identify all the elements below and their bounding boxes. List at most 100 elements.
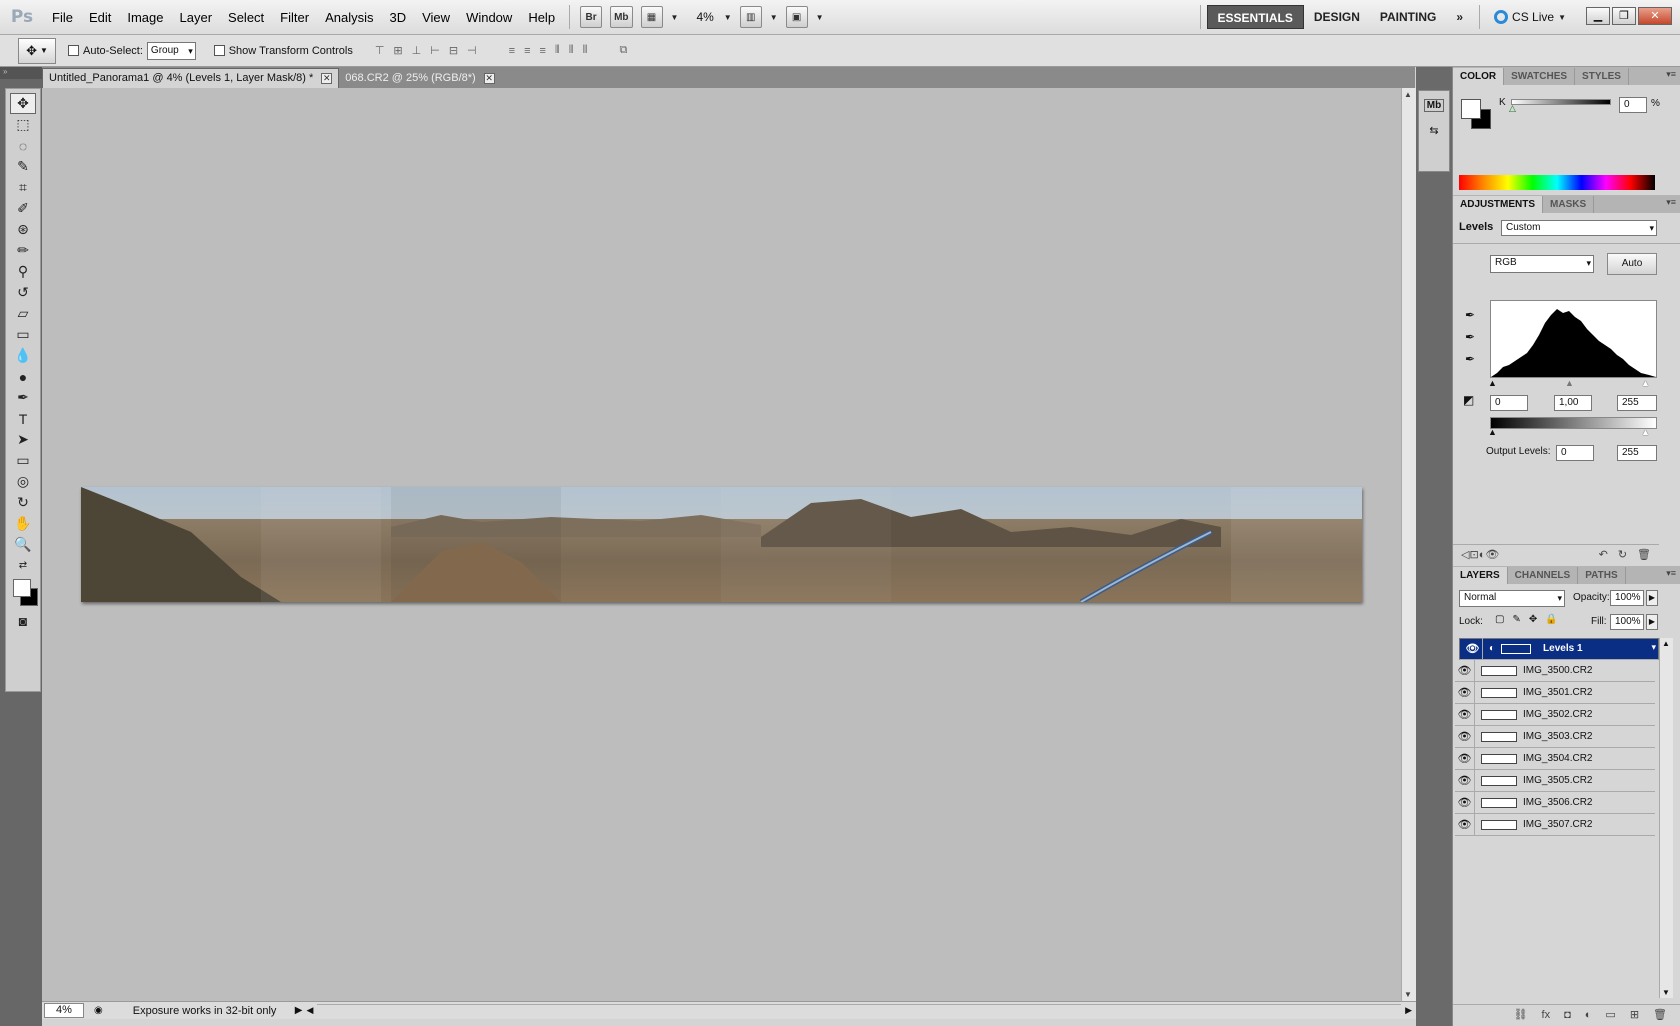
menu-edit[interactable]: Edit [81,0,119,35]
lock-all-icon[interactable]: 🔒 [1545,614,1557,625]
opacity-arrow-icon[interactable]: ▶ [1646,590,1658,606]
restore-button[interactable]: ❐ [1612,7,1636,25]
mini-bridge-button[interactable]: Mb [610,6,633,28]
opacity-field[interactable]: 100% [1610,590,1644,606]
input-gamma-slider-icon[interactable]: ▲ [1565,378,1574,388]
brush-tool-icon[interactable]: ✏ [10,240,36,261]
fill-field[interactable]: 100% [1610,614,1644,630]
expanded-view-icon[interactable]: ⊡ [1469,548,1478,561]
view-previous-icon[interactable]: ↶ [1599,548,1608,561]
input-white-field[interactable]: 255 [1617,395,1657,411]
distribute-vcenter-icon[interactable]: ≡ [524,45,530,57]
color-swatches[interactable] [10,576,38,610]
layer-row[interactable]: 👁 IMG_3506.CR2 [1455,791,1655,814]
quick-mask-icon[interactable]: ◙ [10,610,36,631]
layer-row[interactable]: 👁 IMG_3501.CR2 [1455,681,1655,704]
new-layer-icon[interactable]: ⊞ [1630,1008,1639,1021]
menu-3d[interactable]: 3D [381,0,414,35]
scroll-up-icon[interactable]: ▲ [1662,639,1670,648]
lasso-tool-icon[interactable]: ◌ [10,135,36,156]
align-vcenter-icon[interactable]: ⊞ [393,44,402,57]
output-white-field[interactable]: 255 [1617,445,1657,461]
history-brush-tool-icon[interactable]: ↺ [10,282,36,303]
tool-preset-picker[interactable]: ✥ ▼ [18,37,56,64]
layer-row[interactable]: 👁 IMG_3505.CR2 [1455,769,1655,792]
gray-eyedropper-icon[interactable]: ✒ [1465,330,1475,344]
eraser-tool-icon[interactable]: ▱ [10,303,36,324]
input-black-field[interactable]: 0 [1490,395,1528,411]
layer-row[interactable]: 👁 IMG_3504.CR2 [1455,747,1655,770]
eye-icon[interactable]: 👁 [1455,769,1475,792]
panel-menu-icon[interactable]: ▾≡ [1666,69,1676,80]
pen-tool-icon[interactable]: ✒ [10,387,36,408]
horizontal-scrollbar[interactable] [317,1003,1402,1018]
eye-icon[interactable]: 👁 [1455,659,1475,682]
return-to-list-icon[interactable]: ◁ [1461,548,1469,561]
align-left-icon[interactable]: ⊢ [430,44,440,57]
color-spectrum[interactable] [1459,175,1655,190]
menu-window[interactable]: Window [458,0,520,35]
extras-button[interactable]: ▦ [640,6,663,28]
tab-styles[interactable]: STYLES [1575,68,1629,85]
slider-handle-icon[interactable]: △ [1509,103,1516,114]
healing-brush-tool-icon[interactable]: ⊛ [10,219,36,240]
layer-row-levels-1[interactable]: 👁 ◐ Levels 1 [1459,638,1659,660]
preset-dropdown[interactable]: Custom [1501,220,1657,236]
align-hcenter-icon[interactable]: ⊟ [449,44,458,57]
menu-image[interactable]: Image [119,0,171,35]
move-tool-icon[interactable]: ✥ [10,93,36,114]
clone-stamp-tool-icon[interactable]: ⚲ [10,261,36,282]
layer-row[interactable]: 👁 IMG_3503.CR2 [1455,725,1655,748]
lock-position-icon[interactable]: ✥ [1529,614,1537,625]
distribute-top-icon[interactable]: ≡ [509,45,515,57]
scroll-left-icon[interactable]: ◀ [306,1005,313,1016]
tab-paths[interactable]: PATHS [1578,567,1626,584]
collapse-icon[interactable]: » [0,67,42,79]
clipping-warning-icon[interactable]: ◩ [1463,393,1474,407]
auto-align-layers-icon[interactable]: ⧉ [619,44,627,57]
bridge-button[interactable]: Br [580,6,603,28]
auto-select-dropdown[interactable]: Group [146,41,196,60]
tab-channels[interactable]: CHANNELS [1508,567,1579,584]
zoom-tool-icon[interactable]: 🔍 [10,534,36,555]
dodge-tool-icon[interactable]: ● [10,366,36,387]
hand-tool-icon[interactable]: ✋ [10,513,36,534]
tab-untitled-panorama[interactable]: Untitled_Panorama1 @ 4% (Levels 1, Layer… [42,68,340,88]
vertical-scrollbar[interactable]: ▲ ▼ [1401,88,1416,1001]
auto-button[interactable]: Auto [1607,253,1657,275]
status-info-icon[interactable]: ◉ [94,1005,103,1016]
eye-icon[interactable]: 👁 [1455,791,1475,814]
workspace-painting[interactable]: PAINTING [1370,5,1446,29]
3d-rotate-tool-icon[interactable]: ◎ [10,471,36,492]
eye-icon[interactable]: 👁 [1455,703,1475,726]
distribute-left-icon[interactable]: ⦀ [555,44,560,57]
path-selection-tool-icon[interactable]: ➤ [10,429,36,450]
eye-icon[interactable]: 👁 [1463,638,1483,660]
eyedropper-tool-icon[interactable]: ✐ [10,198,36,219]
new-group-icon[interactable]: ▭ [1605,1008,1615,1021]
scroll-right-icon[interactable]: ▶ [1405,1005,1412,1016]
scroll-down-icon[interactable]: ▼ [1404,990,1412,999]
chevron-down-icon[interactable]: ▼ [671,13,679,22]
quick-selection-tool-icon[interactable]: ✎ [10,156,36,177]
layer-row[interactable]: 👁 IMG_3502.CR2 [1455,703,1655,726]
type-tool-icon[interactable]: T [10,408,36,429]
add-mask-icon[interactable]: ◘ [1564,1009,1571,1021]
chevron-down-icon[interactable]: ▼ [770,13,778,22]
history-panel-icon[interactable]: ⇆ [1429,124,1438,137]
close-icon[interactable]: ✕ [321,73,333,84]
status-zoom-field[interactable]: 4% [44,1003,84,1018]
swap-colors-icon[interactable]: ⇄ [10,555,36,576]
workspace-design[interactable]: DESIGN [1304,5,1370,29]
align-bottom-icon[interactable]: ⊥ [412,44,422,57]
show-transform-option[interactable]: Show Transform Controls [213,45,353,57]
chevron-down-icon[interactable]: ▼ [816,13,824,22]
workspace-more-button[interactable]: » [1446,5,1473,29]
arrange-documents-button[interactable]: ▥ [739,6,762,28]
auto-select-option[interactable]: Auto-Select: Group [68,41,196,60]
crop-tool-icon[interactable]: ⌗ [10,177,36,198]
delete-adjustment-icon[interactable]: 🗑 [1637,548,1651,561]
blur-tool-icon[interactable]: 💧 [10,345,36,366]
eye-icon[interactable]: 👁 [1455,747,1475,770]
tab-adjustments[interactable]: ADJUSTMENTS [1453,196,1544,213]
